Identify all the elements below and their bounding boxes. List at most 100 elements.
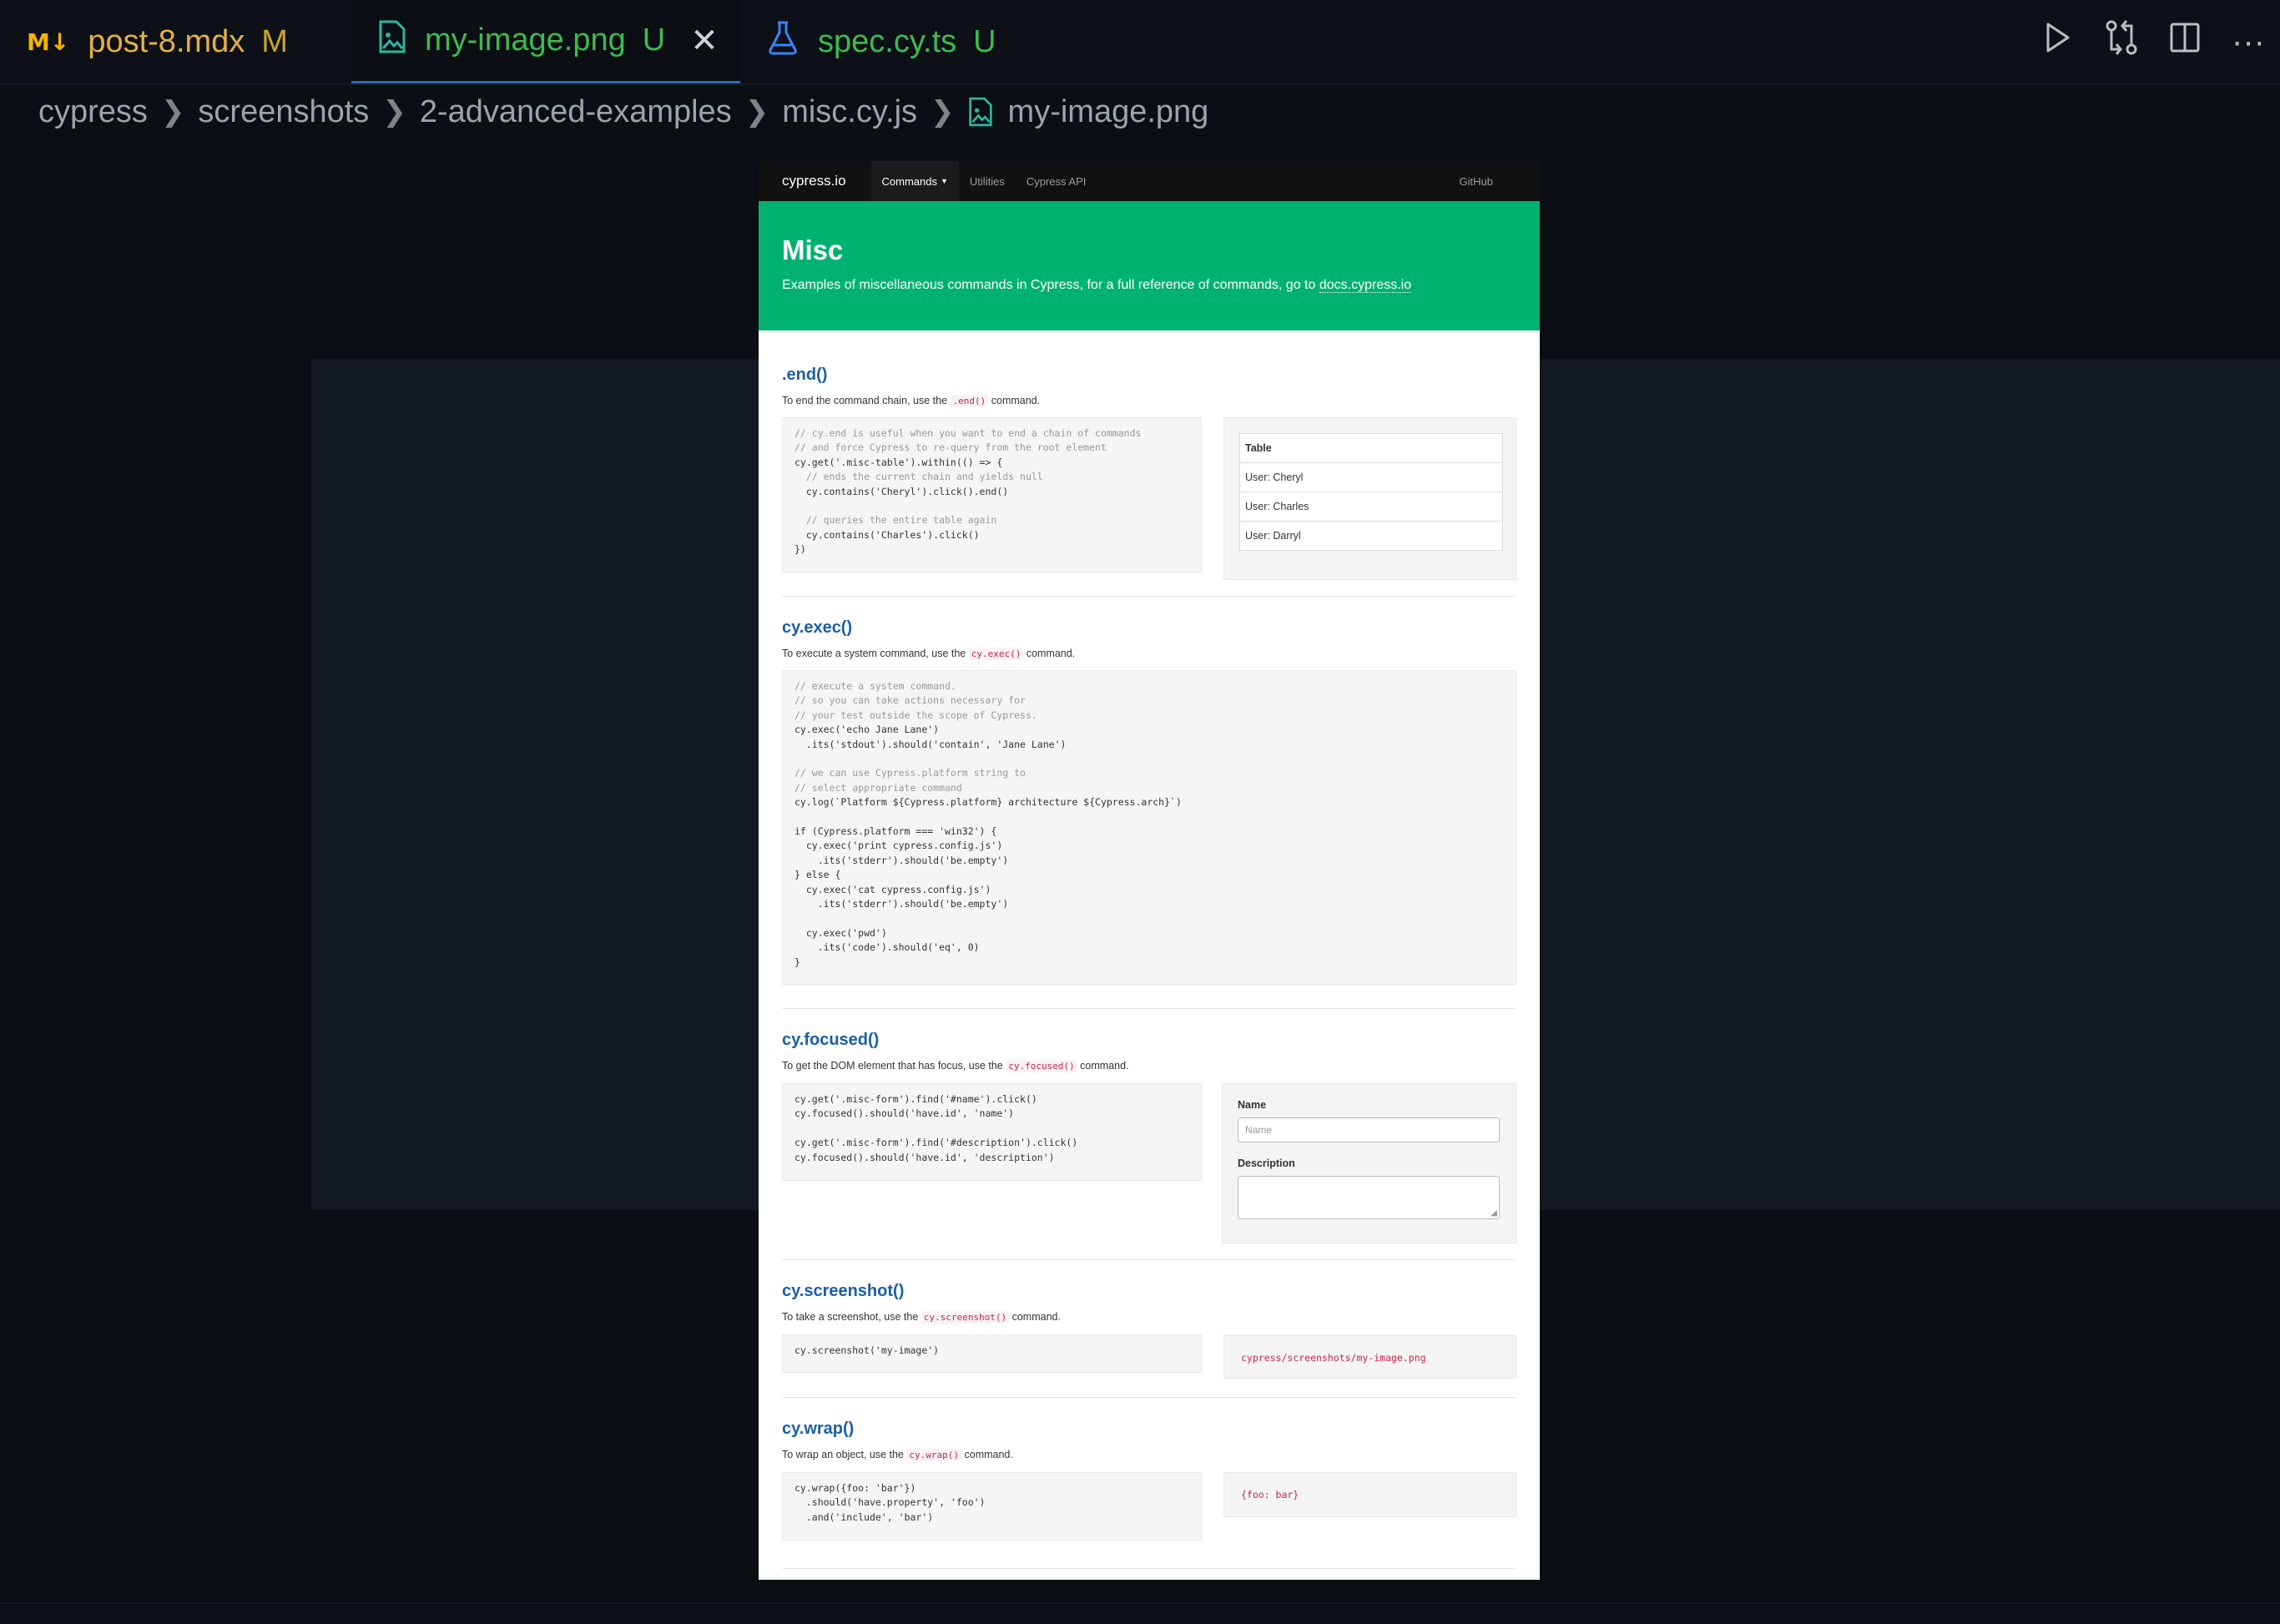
desc-text: command. [1009, 1311, 1061, 1323]
section-title[interactable]: .end() [782, 366, 1516, 385]
code-line: cy.log(`Platform ${Cypress.platform} arc… [794, 796, 1182, 809]
code-line: cy.get('.misc-table').within(() => { [794, 456, 1003, 468]
result-panel-end: Table User: Cheryl User: Charles User: D… [1223, 417, 1516, 580]
section-focused: cy.focused() To get the DOM element that… [782, 1031, 1516, 1072]
run-icon[interactable] [2026, 21, 2090, 63]
name-input-placeholder: Name [1245, 1124, 1273, 1136]
markdown-icon: M↓ [27, 28, 70, 56]
code-line: cy.exec('cat cypress.config.js') [794, 883, 991, 895]
section-description: To execute a system command, use the cy.… [782, 648, 1516, 660]
screenshot-path: cypress/screenshots/my-image.png [1241, 1352, 1426, 1364]
breadcrumb-item[interactable]: screenshots [198, 94, 369, 130]
nav-commands[interactable]: Commands ▼ [870, 161, 959, 201]
code-line: // and force Cypress to re-query from th… [794, 441, 1107, 454]
code-line: cy.focused().should('have.id', 'name') [794, 1107, 1015, 1120]
tab-post-8-mdx[interactable]: M↓ post-8.mdx M [27, 0, 288, 83]
code-line: cy.get('.misc-form').find('#description'… [794, 1137, 1078, 1149]
code-line: .and('include', 'bar') [794, 1511, 934, 1523]
breadcrumb-item[interactable]: cypress [38, 94, 148, 130]
tab-git-status: M [261, 23, 288, 59]
inline-code: cy.focused() [1006, 1060, 1077, 1072]
code-line: .its('stderr').should('be.empty') [794, 854, 1009, 866]
nav-cypress-api[interactable]: Cypress API [1016, 161, 1097, 201]
result-panel-screenshot: cypress/screenshots/my-image.png [1223, 1335, 1516, 1379]
code-line: .its('stdout').should('contain', 'Jane L… [794, 738, 1067, 750]
table-row: User: Darryl [1239, 521, 1503, 551]
section-exec: cy.exec() To execute a system command, u… [782, 618, 1516, 660]
desc-text: To end the command chain, use the [782, 395, 951, 406]
resize-handle-icon[interactable]: ◢ [1491, 1208, 1497, 1218]
hero-subtitle-text: Examples of miscellaneous commands in Cy… [782, 278, 1319, 292]
desc-text: command. [988, 395, 1041, 406]
nav-github[interactable]: GitHub [1460, 161, 1493, 201]
tab-my-image-png[interactable]: my-image.png U ✕ [351, 0, 740, 83]
code-line: }) [794, 543, 806, 556]
navbar-brand[interactable]: cypress.io [782, 173, 846, 189]
image-file-icon [378, 20, 406, 62]
section-description: To wrap an object, use the cy.wrap() com… [782, 1449, 1516, 1461]
code-line: cy.wrap({foo: 'bar'}) [794, 1482, 916, 1494]
desc-text: To execute a system command, use the [782, 648, 969, 659]
tab-filename: my-image.png [425, 23, 626, 58]
section-title[interactable]: cy.wrap() [782, 1420, 1516, 1439]
section-title[interactable]: cy.focused() [782, 1031, 1516, 1050]
tab-filename: post-8.mdx [88, 23, 245, 59]
table-cell[interactable]: User: Cheryl [1239, 462, 1503, 492]
desc-text: command. [961, 1449, 1013, 1460]
compare-changes-icon[interactable] [2090, 19, 2153, 64]
code-line: // execute a system command. [794, 680, 956, 692]
breadcrumb-item[interactable]: misc.cy.js [782, 94, 917, 130]
flask-icon [766, 20, 800, 63]
desc-text: command. [1023, 648, 1076, 659]
divider [782, 1259, 1516, 1260]
split-editor-icon[interactable] [2153, 22, 2217, 62]
divider [782, 1397, 1516, 1398]
breadcrumb-item[interactable]: 2-advanced-examples [420, 94, 732, 130]
tab-spec-cy-ts[interactable]: spec.cy.ts U [766, 0, 996, 83]
page-title: Misc [782, 235, 844, 265]
docs-link[interactable]: docs.cypress.io [1319, 278, 1412, 293]
image-preview: cypress.io Commands ▼ Utilities Cypress A… [759, 161, 1540, 1580]
section-title[interactable]: cy.exec() [782, 618, 1516, 638]
desc-text: To take a screenshot, use the [782, 1311, 921, 1323]
code-line: // we can use Cypress.platform string to [794, 767, 1026, 779]
table-cell[interactable]: User: Charles [1239, 492, 1503, 522]
code-line: cy.contains('Cheryl').click().end() [794, 485, 1009, 497]
desc-text: To get the DOM element that has focus, u… [782, 1060, 1006, 1072]
inline-code: cy.exec() [968, 648, 1024, 660]
close-icon[interactable]: ✕ [690, 22, 719, 60]
description-label: Description [1238, 1157, 1295, 1169]
description-textarea[interactable]: ◢ [1238, 1176, 1500, 1219]
tab-git-status: U [642, 23, 666, 58]
code-line: .its('code').should('eq', 0) [794, 941, 980, 954]
divider [782, 1008, 1516, 1009]
table-cell[interactable]: User: Darryl [1239, 521, 1503, 551]
result-panel-wrap: {foo: bar} [1223, 1472, 1516, 1517]
code-block-end: // cy.end is useful when you want to end… [782, 417, 1202, 572]
editor-tab-bar: M↓ post-8.mdx M my-image.png U ✕ spec.cy… [0, 0, 2280, 85]
code-line: if (Cypress.platform === 'win32') { [794, 825, 997, 838]
code-line: cy.exec('print cypress.config.js') [794, 840, 1003, 852]
more-actions-icon[interactable]: ··· [2217, 23, 2280, 61]
code-line: // select appropriate command [794, 781, 962, 794]
code-line: cy.exec('echo Jane Lane') [794, 724, 940, 736]
code-block-exec: // execute a system command. // so you c… [782, 670, 1516, 985]
desc-text: To wrap an object, use the [782, 1449, 907, 1460]
nav-utilities[interactable]: Utilities [959, 161, 1016, 201]
code-line: .its('stderr').should('be.empty') [794, 898, 1009, 910]
result-panel-focused: Name Name Description ◢ [1222, 1083, 1516, 1243]
section-title[interactable]: cy.screenshot() [782, 1282, 1516, 1301]
section-end: .end() To end the command chain, use the… [782, 366, 1516, 407]
hero-subtitle: Examples of miscellaneous commands in Cy… [782, 278, 1516, 293]
section-description: To take a screenshot, use the cy.screens… [782, 1311, 1516, 1324]
breadcrumb-item[interactable]: my-image.png [1008, 94, 1209, 130]
wrap-output: {foo: bar} [1241, 1489, 1299, 1500]
table-header: Table [1239, 433, 1503, 463]
table-header-row: Table [1239, 433, 1503, 463]
table-row: User: Cheryl [1239, 462, 1503, 492]
misc-table: Table User: Cheryl User: Charles User: D… [1239, 433, 1503, 551]
chevron-right-icon: ❯ [931, 96, 955, 128]
breadcrumb: cypress ❯ screenshots ❯ 2-advanced-examp… [38, 87, 1208, 137]
name-input[interactable]: Name [1238, 1117, 1500, 1142]
tab-git-status: U [973, 23, 996, 59]
